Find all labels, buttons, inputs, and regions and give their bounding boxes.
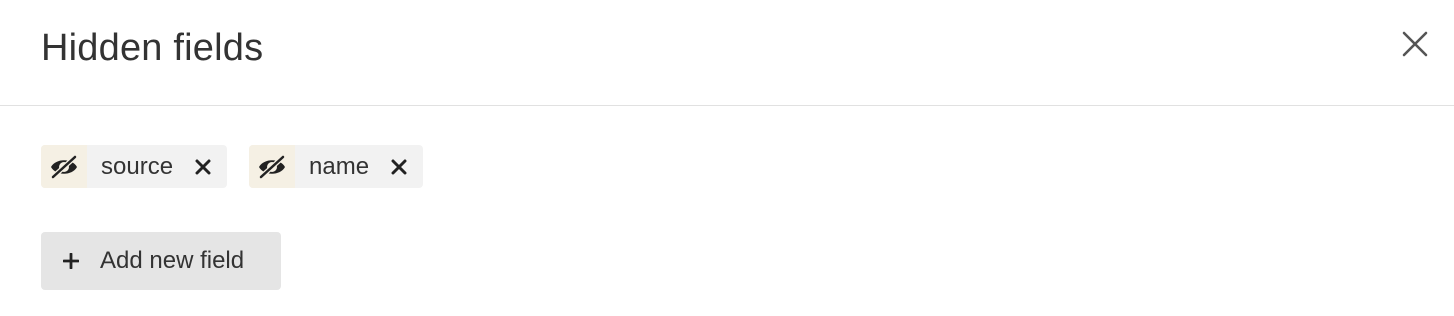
hidden-field-chip-name: name — [249, 145, 424, 188]
hidden-field-label: source — [101, 152, 174, 180]
plus-icon — [63, 253, 79, 269]
add-new-field-label: Add new field — [100, 247, 245, 274]
remove-field-source-button[interactable] — [195, 159, 211, 175]
dialog-header: Hidden fields — [0, 0, 1454, 106]
hidden-field-chip-source: source — [41, 145, 228, 188]
hidden-field-label: name — [309, 152, 370, 180]
eye-slash-icon — [249, 145, 296, 188]
close-icon — [1402, 31, 1428, 57]
remove-icon — [195, 159, 211, 174]
close-button[interactable] — [1396, 26, 1434, 62]
add-new-field-button[interactable]: Add new field — [41, 232, 281, 290]
eye-slash-icon — [41, 145, 87, 188]
remove-field-name-button[interactable] — [391, 159, 407, 175]
remove-icon — [391, 159, 407, 174]
hidden-fields-dialog: Hidden fields source name Add new field — [0, 0, 1454, 316]
hidden-fields-list: source name — [41, 145, 424, 188]
dialog-title: Hidden fields — [41, 27, 264, 69]
